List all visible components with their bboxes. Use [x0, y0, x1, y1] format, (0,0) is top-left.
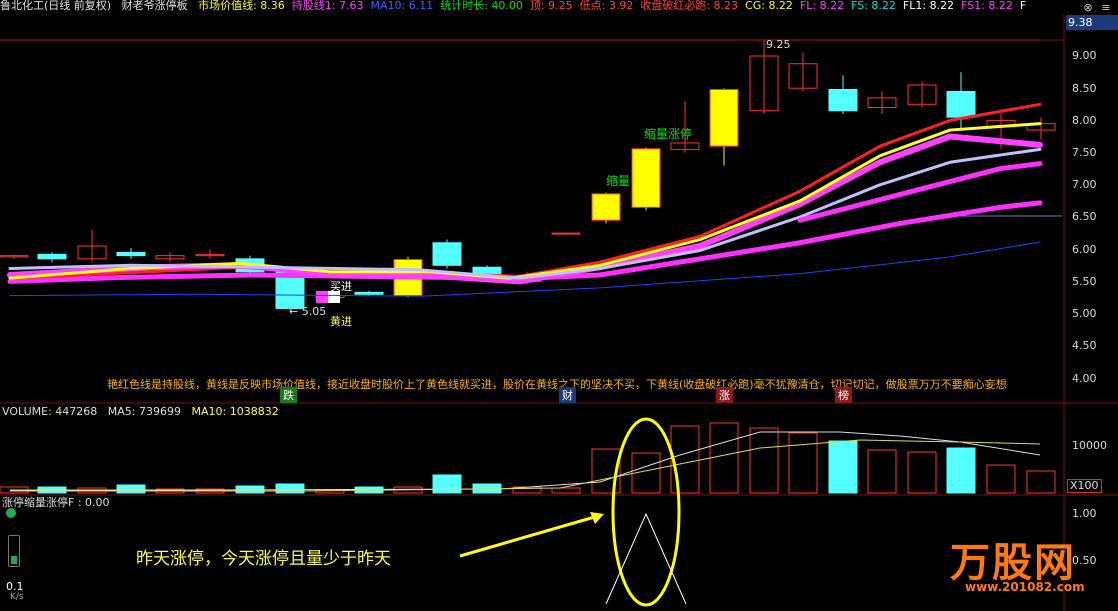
price-tick: 5.00	[1072, 307, 1097, 320]
price-tick: 6.50	[1072, 210, 1097, 223]
value-line	[8, 122, 1042, 280]
volume-bar	[670, 425, 700, 494]
volume-value: VOLUME: 447268	[2, 405, 98, 418]
volume-bar	[986, 464, 1016, 494]
volume-bar	[709, 422, 739, 494]
candle-body	[432, 242, 462, 266]
price-chart[interactable]	[0, 0, 1118, 611]
candle-body	[946, 90, 976, 118]
volume-bar	[788, 432, 818, 494]
shrink-label-2: 缩量涨停	[644, 127, 693, 141]
top-price-label: 9.25	[766, 38, 791, 51]
candle-body	[709, 88, 739, 147]
candle-body	[591, 193, 621, 221]
strategy-commentary: 艳红色线是持股线，黄线是反映市场价值线，接近收盘时股价上了黄色线就买进，股价在黄…	[107, 378, 1007, 391]
low-price-label: ← 5.05	[289, 305, 327, 318]
red-line	[8, 102, 1042, 280]
status-dot-icon	[6, 508, 16, 518]
category-tag-fall[interactable]: 跌	[280, 387, 297, 403]
volume-scale-label: X100	[1067, 479, 1102, 493]
signal-tick-1: 1.00	[1072, 507, 1097, 520]
left-status: 0.1 K/s	[0, 505, 26, 605]
volume-ma5: MA5: 739699	[107, 405, 181, 418]
price-tick: 8.00	[1072, 114, 1097, 127]
volume-bar	[116, 484, 146, 494]
buy-label: 买进	[330, 280, 352, 293]
note-arrow	[459, 514, 599, 558]
candle-body	[354, 291, 384, 295]
volume-bar	[551, 487, 581, 494]
price-tick: 4.00	[1072, 372, 1097, 385]
highlight-ellipse	[611, 417, 681, 607]
candle-body	[631, 148, 661, 208]
volume-tick: 10000	[1072, 439, 1107, 452]
category-tag-wealth[interactable]: 财	[559, 387, 576, 403]
volume-bar	[432, 474, 462, 494]
volume-header: VOLUME: 447268 MA5: 739699 MA10: 1038832	[2, 403, 286, 421]
candle-body	[37, 253, 67, 260]
battery-icon	[8, 535, 20, 567]
buy-marker	[316, 291, 328, 303]
price-tick: 6.00	[1072, 243, 1097, 256]
buy-label-2: 黄进	[330, 315, 352, 328]
volume-bar	[828, 440, 858, 494]
volume-ma10	[10, 439, 1041, 492]
volume-bar	[907, 451, 937, 494]
price-tick: 8.50	[1072, 82, 1097, 95]
candle-body	[828, 88, 858, 112]
volume-ma10: MA10: 1038832	[191, 405, 279, 418]
volume-bar	[275, 483, 305, 494]
volume-bar	[1026, 470, 1056, 494]
candle-body	[116, 251, 146, 257]
brand-url: www.201082.com	[965, 580, 1085, 594]
category-tag-list[interactable]: 榜	[835, 387, 852, 403]
price-tick: 7.50	[1072, 146, 1097, 159]
volume-bar	[749, 427, 779, 494]
shrink-label-1: 缩量	[606, 174, 631, 188]
price-tick: 5.50	[1072, 275, 1097, 288]
price-tick: 9.00	[1072, 49, 1097, 62]
current-price-tag: 9.38	[1066, 15, 1118, 30]
speed-unit: K/s	[10, 592, 24, 602]
category-tag-rise[interactable]: 涨	[716, 387, 733, 403]
price-tick: 4.50	[1072, 339, 1097, 352]
candle-body	[551, 232, 581, 235]
magenta-line	[7, 133, 1043, 285]
signal-note: 昨天涨停，今天涨停且量少于昨天	[136, 549, 391, 569]
volume-bar	[867, 449, 897, 494]
volume-bar	[946, 447, 976, 494]
price-tick: 7.00	[1072, 178, 1097, 191]
